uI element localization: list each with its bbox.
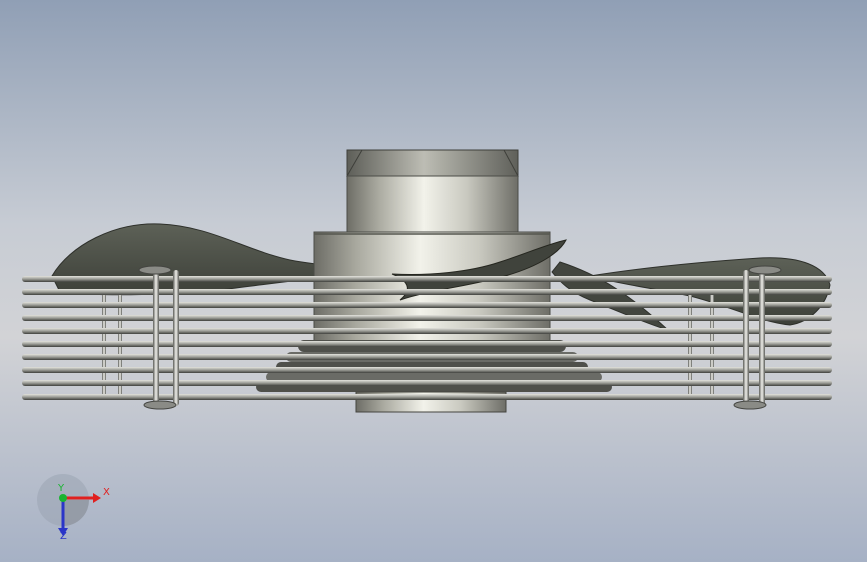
- guard-ring: [22, 302, 832, 308]
- graphics-viewport[interactable]: X Y Z: [0, 0, 867, 562]
- guard-ring: [22, 289, 832, 295]
- guard-mount-clip: [733, 400, 767, 410]
- guard-bracket: [173, 270, 179, 406]
- guard-ring: [22, 328, 832, 334]
- guard-ring: [22, 394, 832, 400]
- guard-ring: [22, 341, 832, 347]
- triad-y-label: Y: [58, 483, 65, 494]
- guard-ring: [22, 354, 832, 360]
- fan-model[interactable]: [0, 0, 867, 562]
- triad-z-label: Z: [60, 531, 67, 542]
- guard-bracket: [153, 270, 159, 406]
- motor-base-rings: [256, 340, 612, 413]
- triad-x-label: X: [103, 487, 110, 498]
- guard-mount-clip: [138, 265, 172, 275]
- y-axis-arrow: [59, 494, 67, 502]
- guard-ring: [22, 276, 832, 282]
- guard-ring: [22, 367, 832, 373]
- guard-ring: [22, 380, 832, 386]
- guard-bracket: [759, 270, 765, 406]
- guard-ring: [22, 315, 832, 321]
- guard-bracket: [743, 270, 749, 406]
- guard-mount-clip: [748, 265, 782, 275]
- motor-upper-cylinder: [346, 175, 519, 235]
- guard-mount-clip: [143, 400, 177, 410]
- coordinate-triad[interactable]: [37, 474, 101, 536]
